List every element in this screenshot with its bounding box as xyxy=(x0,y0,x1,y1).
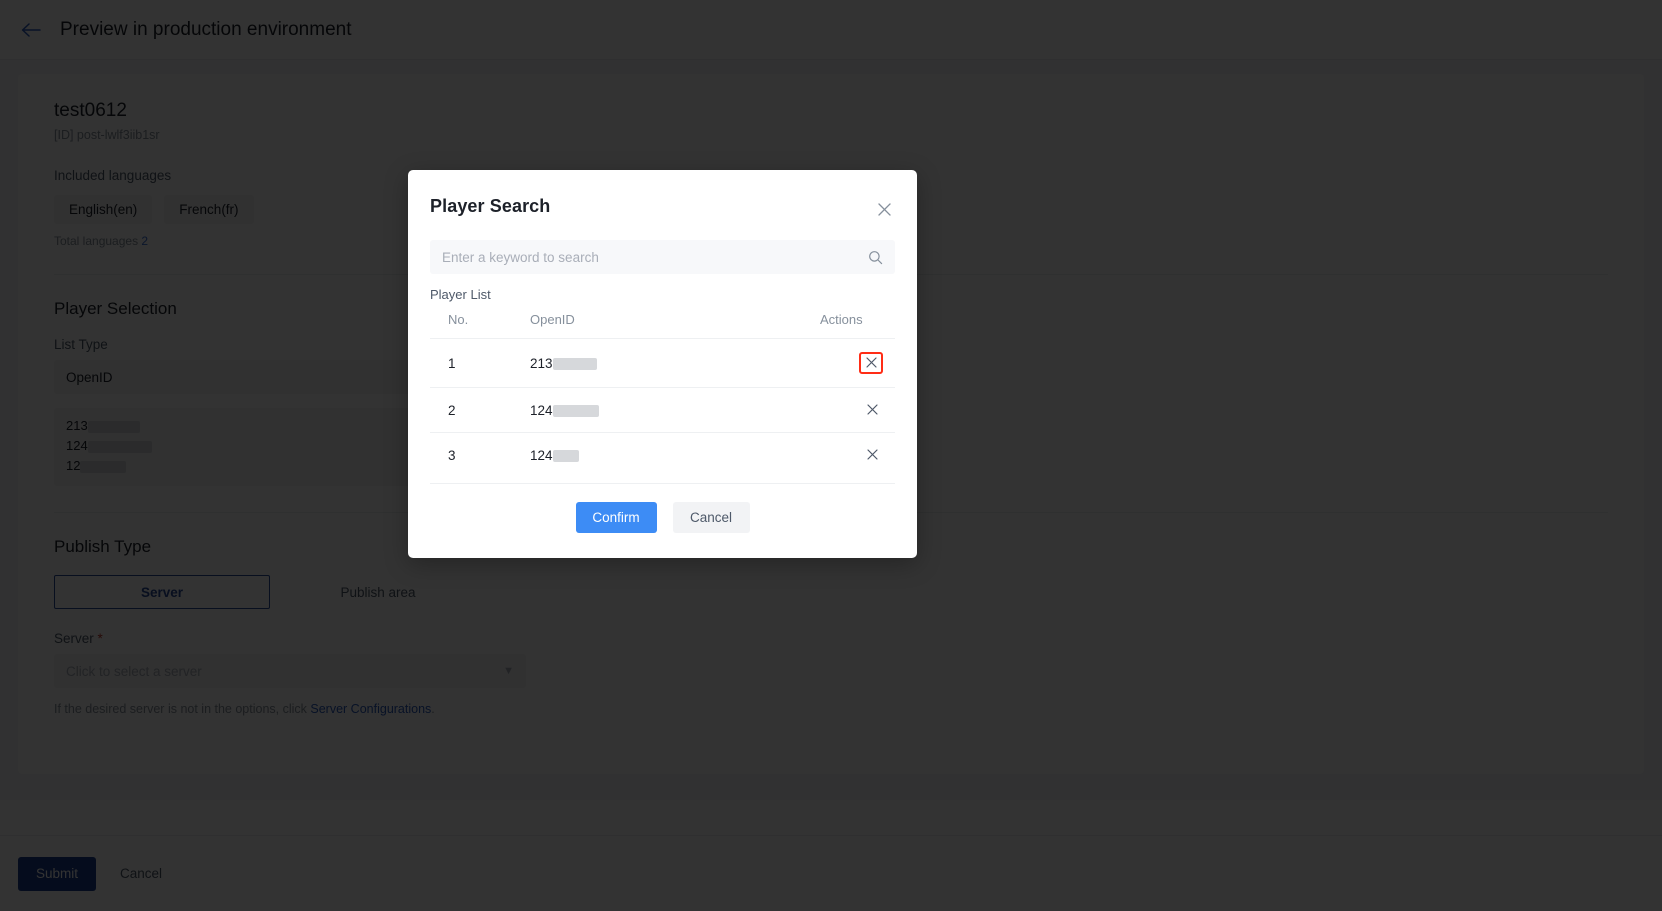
search-input[interactable] xyxy=(442,250,868,265)
cell-actions xyxy=(820,433,895,478)
close-icon[interactable] xyxy=(873,198,895,220)
delete-row-button[interactable] xyxy=(861,354,882,372)
cell-actions xyxy=(820,339,895,388)
dialog-footer: Confirm Cancel xyxy=(430,483,895,533)
column-header-openid: OpenID xyxy=(530,312,820,339)
cell-actions xyxy=(820,388,895,433)
table-row: 2 124 xyxy=(430,388,895,433)
column-header-no: No. xyxy=(430,312,530,339)
search-bar[interactable] xyxy=(430,240,895,274)
cell-openid: 124 xyxy=(530,388,820,433)
delete-row-button[interactable] xyxy=(862,446,883,464)
redaction-block xyxy=(553,358,597,370)
dialog-title: Player Search xyxy=(430,196,550,217)
player-table: No. OpenID Actions 1 213 xyxy=(430,312,895,477)
table-row: 3 124 xyxy=(430,433,895,478)
cell-no: 3 xyxy=(430,433,530,478)
redaction-block xyxy=(553,405,599,417)
confirm-button[interactable]: Confirm xyxy=(576,502,657,533)
cell-openid: 213 xyxy=(530,339,820,388)
cell-no: 2 xyxy=(430,388,530,433)
table-row: 1 213 xyxy=(430,339,895,388)
delete-row-button[interactable] xyxy=(862,401,883,419)
cell-no: 1 xyxy=(430,339,530,388)
redaction-block xyxy=(553,450,579,462)
column-header-actions: Actions xyxy=(820,312,895,339)
player-search-dialog: Player Search Player List No. Ope xyxy=(408,170,917,558)
cell-openid: 124 xyxy=(530,433,820,478)
search-icon[interactable] xyxy=(868,250,883,265)
dialog-cancel-button[interactable]: Cancel xyxy=(673,502,750,533)
dialog-header: Player Search xyxy=(430,196,895,220)
table-header-row: No. OpenID Actions xyxy=(430,312,895,339)
player-list-label: Player List xyxy=(430,287,895,302)
delete-row-highlight xyxy=(859,352,883,374)
